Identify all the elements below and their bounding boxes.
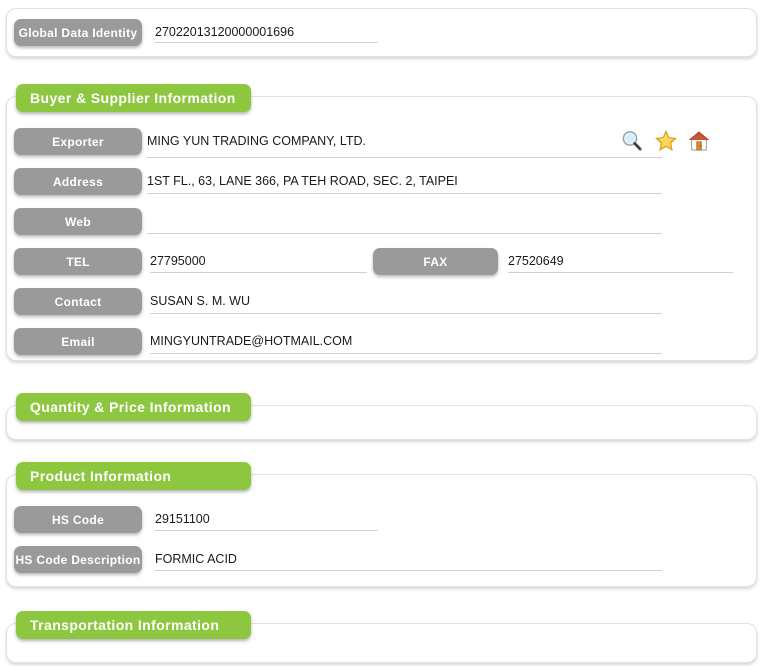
label-global-data-identity: Global Data Identity (14, 19, 142, 46)
label-web: Web (14, 208, 142, 235)
section-header-buyer-supplier: Buyer & Supplier Information (16, 84, 251, 112)
underline-global-data-identity (155, 42, 378, 43)
label-hs-code: HS Code (14, 506, 142, 533)
underline-hs-code (155, 530, 378, 531)
label-contact-text: Contact (54, 294, 102, 309)
underline-fax (508, 272, 733, 273)
label-email-text: Email (61, 334, 95, 349)
section-header-quantity-price: Quantity & Price Information (16, 393, 251, 421)
underline-email (150, 353, 662, 354)
section-header-transportation-text: Transportation Information (30, 617, 220, 633)
underline-hs-code-description (155, 570, 662, 571)
label-tel: TEL (14, 248, 142, 275)
label-contact: Contact (14, 288, 142, 315)
value-global-data-identity: 27022013120000001696 (155, 25, 295, 39)
label-exporter-text: Exporter (52, 134, 104, 149)
label-global-data-identity-text: Global Data Identity (18, 25, 138, 40)
label-fax: FAX (373, 248, 498, 275)
star-icon[interactable] (654, 129, 678, 153)
section-header-product: Product Information (16, 462, 251, 490)
label-email: Email (14, 328, 142, 355)
value-email: MINGYUNTRADE@HOTMAIL.COM (150, 334, 353, 348)
value-hs-code-description: FORMIC ACID (155, 552, 237, 566)
label-exporter: Exporter (14, 128, 142, 155)
underline-exporter (147, 157, 662, 158)
value-exporter: MING YUN TRADING COMPANY, LTD. (147, 134, 367, 148)
home-icon[interactable] (687, 129, 711, 153)
underline-web (147, 233, 662, 234)
value-hs-code: 29151100 (155, 512, 210, 526)
value-address: 1ST FL., 63, LANE 366, PA TEH ROAD, SEC.… (147, 174, 458, 188)
label-hs-code-description-text: HS Code Description (15, 552, 141, 567)
section-header-buyer-supplier-text: Buyer & Supplier Information (30, 90, 236, 106)
underline-tel (150, 272, 367, 273)
underline-contact (150, 313, 662, 314)
value-contact: SUSAN S. M. WU (150, 294, 251, 308)
section-header-quantity-price-text: Quantity & Price Information (30, 399, 231, 415)
value-fax: 27520649 (508, 254, 564, 268)
label-web-text: Web (64, 214, 91, 229)
underline-address (147, 193, 662, 194)
label-tel-text: TEL (66, 254, 90, 269)
label-hs-code-text: HS Code (51, 512, 105, 527)
label-hs-code-description: HS Code Description (14, 546, 142, 573)
label-fax-text: FAX (423, 254, 448, 269)
section-header-product-text: Product Information (30, 468, 172, 484)
label-address-text: Address (52, 174, 104, 189)
search-icon[interactable] (620, 129, 644, 153)
label-address: Address (14, 168, 142, 195)
value-tel: 27795000 (150, 254, 206, 268)
section-header-transportation: Transportation Information (16, 611, 251, 639)
